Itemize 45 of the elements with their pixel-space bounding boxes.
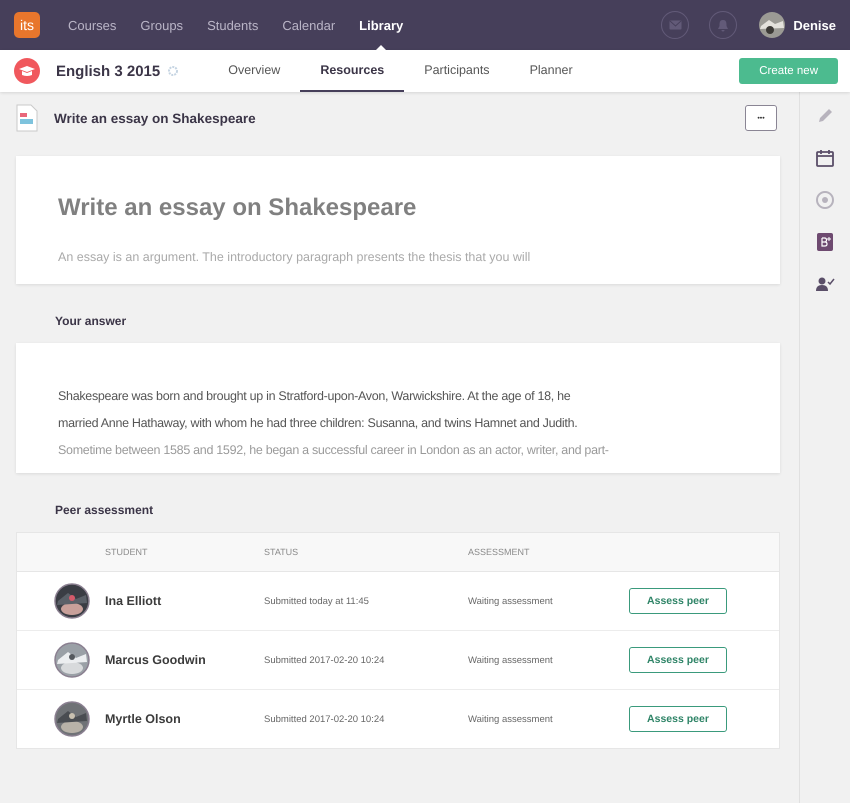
section-label: Peer assessment [55,503,154,517]
column-header: STUDENT [105,547,148,557]
assess-peer-button[interactable]: Assess peer [629,588,727,614]
avatar[interactable] [759,12,786,38]
graduation-cap-icon [14,58,40,84]
course-title: English 3 2015 [56,62,160,80]
tab[interactable]: Participants [404,50,510,92]
mail-icon[interactable] [661,11,690,39]
avatar [54,583,90,619]
avatar [54,642,90,678]
nav-link[interactable]: Calendar [270,0,348,50]
student-name: Marcus Goodwin [105,653,207,667]
calendar-icon[interactable] [815,148,835,168]
target-icon[interactable] [815,190,835,210]
user-name[interactable]: Denise [793,18,836,32]
tab[interactable]: Overview [208,50,300,92]
status-text: Submitted today at 11:45 [264,596,370,606]
document-icon [16,104,38,132]
nav-link[interactable]: Students [195,0,270,50]
status-text: Submitted 2017-02-20 10:24 [264,714,386,724]
grade-icon[interactable] [815,232,835,252]
assess-peer-button[interactable]: Assess peer [629,647,727,673]
section-label: Your answer [55,314,128,328]
column-header: STATUS [264,547,300,557]
nav-link[interactable]: Library [347,0,416,50]
student-name: Myrtle Olson [105,712,182,726]
assess-peer-button[interactable]: Assess peer [629,706,727,732]
answer-text: Shakespeare was born and brought up in Stratford-upon-Avon, Warwickshire. At the age of 18, he married Anne Hathaway, with whom he had three children: Susanna, and twins Hamnet and Judith. Sometime between 1585 and 1592, he began a successful career in London as an actor, writer, and part- [58,388,610,459]
avatar [54,701,90,737]
tab[interactable]: Planner [510,50,593,92]
tab[interactable]: Resources [300,50,404,92]
assignment-intro: An essay is an argument. The introductory paragraph presents the thesis that you will [58,250,532,264]
assessment-text: Waiting assessment [468,714,554,724]
column-header: ASSESSMENT [468,547,531,557]
nav-link[interactable]: Groups [128,0,196,50]
assessment-text: Waiting assessment [468,596,554,606]
bell-icon[interactable] [709,11,738,39]
status-text: Submitted 2017-02-20 10:24 [264,654,386,666]
student-name: Ina Elliott [105,594,162,608]
gear-icon[interactable] [168,66,178,76]
page-title: Write an essay on Shakespeare [54,110,257,126]
logo[interactable]: its [14,12,40,38]
assessment-text: Waiting assessment [468,654,554,666]
assignment-heading: Write an essay on Shakespeare [58,194,418,222]
nav-link[interactable]: Courses [56,0,128,50]
